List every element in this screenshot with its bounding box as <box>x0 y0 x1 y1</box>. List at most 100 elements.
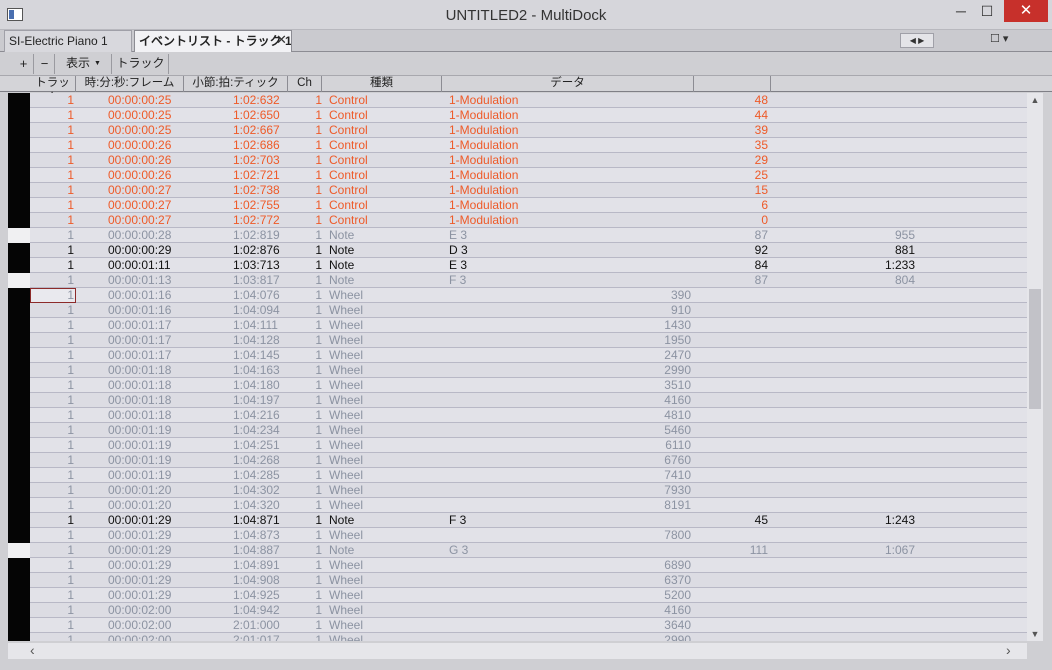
vertical-scrollbar[interactable]: ▲ ▼ <box>1027 93 1043 641</box>
maximize-button[interactable]: ☐ <box>974 0 1000 22</box>
cell-kind[interactable]: Wheel <box>329 573 429 588</box>
cell-ch[interactable]: 1 <box>308 513 322 528</box>
cell-time[interactable]: 00:00:01:18 <box>108 363 218 378</box>
cell-mbt[interactable]: 1:04:891 <box>233 558 293 573</box>
cell-value-1[interactable]: 5460 <box>568 423 691 438</box>
cell-value-1[interactable]: 2470 <box>568 348 691 363</box>
cell-time[interactable]: 00:00:01:13 <box>108 273 218 288</box>
cell-value-1[interactable]: 1950 <box>568 333 691 348</box>
cell-kind[interactable]: Control <box>329 213 429 228</box>
cell-mbt[interactable]: 1:04:268 <box>233 453 293 468</box>
cell-time[interactable]: 00:00:00:25 <box>108 93 218 108</box>
table-row[interactable]: 1 00:00:01:20 1:04:302 1 Wheel 7930 <box>8 483 1027 498</box>
cell-value-3[interactable] <box>788 393 915 408</box>
cell-mbt[interactable]: 1:04:094 <box>233 303 293 318</box>
cell-value-2[interactable] <box>688 438 768 453</box>
cell-mbt[interactable]: 1:02:632 <box>233 93 293 108</box>
cell-track[interactable]: 1 <box>30 513 76 528</box>
cell-value-1[interactable]: 3640 <box>568 618 691 633</box>
cell-track[interactable]: 1 <box>30 108 76 123</box>
cell-track[interactable]: 1 <box>30 168 76 183</box>
cell-ch[interactable]: 1 <box>308 318 322 333</box>
cell-mbt[interactable]: 1:04:942 <box>233 603 293 618</box>
cell-value-2[interactable] <box>688 423 768 438</box>
cell-value-3[interactable] <box>788 123 915 138</box>
header-extra[interactable] <box>694 76 771 92</box>
cell-value-1[interactable] <box>568 513 691 528</box>
cell-track[interactable]: 1 <box>30 408 76 423</box>
cell-value-2[interactable] <box>688 393 768 408</box>
cell-kind[interactable]: Control <box>329 183 429 198</box>
cell-track[interactable]: 1 <box>30 228 76 243</box>
cell-value-1[interactable] <box>568 123 691 138</box>
cell-ch[interactable]: 1 <box>308 528 322 543</box>
cell-track[interactable]: 1 <box>30 243 76 258</box>
cell-time[interactable]: 00:00:00:25 <box>108 108 218 123</box>
cell-track[interactable]: 1 <box>30 153 76 168</box>
cell-mbt[interactable]: 1:02:876 <box>233 243 293 258</box>
cell-ch[interactable]: 1 <box>308 378 322 393</box>
cell-value-1[interactable]: 7410 <box>568 468 691 483</box>
cell-time[interactable]: 00:00:00:27 <box>108 183 218 198</box>
table-row[interactable]: 1 00:00:01:19 1:04:285 1 Wheel 7410 <box>8 468 1027 483</box>
cell-value-1[interactable]: 8191 <box>568 498 691 513</box>
cell-value-2[interactable]: 48 <box>688 93 768 108</box>
cell-mbt[interactable]: 1:02:755 <box>233 198 293 213</box>
cell-mbt[interactable]: 1:02:772 <box>233 213 293 228</box>
cell-time[interactable]: 00:00:01:17 <box>108 333 218 348</box>
cell-value-2[interactable] <box>688 408 768 423</box>
cell-time[interactable]: 00:00:01:18 <box>108 408 218 423</box>
cell-value-2[interactable] <box>688 348 768 363</box>
cell-value-1[interactable]: 6760 <box>568 453 691 468</box>
cell-value-2[interactable] <box>688 603 768 618</box>
cell-value-3[interactable]: 1:233 <box>788 258 915 273</box>
cell-value-2[interactable] <box>688 528 768 543</box>
cell-value-3[interactable] <box>788 318 915 333</box>
table-row[interactable]: 1 00:00:02:00 2:01:017 1 Wheel 2990 <box>8 633 1027 641</box>
cell-value-1[interactable] <box>568 258 691 273</box>
cell-ch[interactable]: 1 <box>308 603 322 618</box>
cell-track[interactable]: 1 <box>30 363 76 378</box>
header-mbt[interactable]: 小節:拍:ティック <box>184 76 288 92</box>
tab-electric-piano[interactable]: SI-Electric Piano 1 <box>4 30 132 52</box>
cell-mbt[interactable]: 2:01:000 <box>233 618 293 633</box>
cell-kind[interactable]: Control <box>329 198 429 213</box>
table-row[interactable]: 1 00:00:01:29 1:04:887 1 Note G 3 111 1:067 <box>8 543 1027 558</box>
cell-time[interactable]: 00:00:01:16 <box>108 288 218 303</box>
cell-time[interactable]: 00:00:01:20 <box>108 483 218 498</box>
cell-value-2[interactable]: 84 <box>688 258 768 273</box>
cell-value-2[interactable]: 39 <box>688 123 768 138</box>
cell-value-3[interactable] <box>788 348 915 363</box>
header-ch[interactable]: Ch <box>288 76 322 92</box>
cell-kind[interactable]: Wheel <box>329 468 429 483</box>
scroll-right-icon[interactable]: › <box>1006 643 1011 658</box>
cell-track[interactable]: 1 <box>30 438 76 453</box>
cell-value-2[interactable] <box>688 378 768 393</box>
cell-mbt[interactable]: 1:04:163 <box>233 363 293 378</box>
table-row[interactable]: 1 00:00:01:18 1:04:216 1 Wheel 4810 <box>8 408 1027 423</box>
cell-kind[interactable]: Wheel <box>329 348 429 363</box>
cell-value-1[interactable] <box>568 153 691 168</box>
cell-ch[interactable]: 1 <box>308 108 322 123</box>
cell-ch[interactable]: 1 <box>308 483 322 498</box>
cell-value-3[interactable] <box>788 633 915 641</box>
cell-value-2[interactable]: 45 <box>688 513 768 528</box>
cell-time[interactable]: 00:00:01:20 <box>108 498 218 513</box>
cell-kind[interactable]: Control <box>329 123 429 138</box>
cell-value-3[interactable] <box>788 483 915 498</box>
cell-value-3[interactable] <box>788 453 915 468</box>
cell-mbt[interactable]: 1:02:667 <box>233 123 293 138</box>
cell-kind[interactable]: Wheel <box>329 603 429 618</box>
cell-mbt[interactable]: 1:04:908 <box>233 573 293 588</box>
cell-track[interactable]: 1 <box>30 273 76 288</box>
horizontal-scrollbar[interactable]: ‹ › <box>8 643 1027 659</box>
cell-track[interactable]: 1 <box>30 558 76 573</box>
cell-kind[interactable]: Wheel <box>329 333 429 348</box>
cell-ch[interactable]: 1 <box>308 213 322 228</box>
cell-value-2[interactable] <box>688 633 768 641</box>
cell-time[interactable]: 00:00:01:29 <box>108 558 218 573</box>
cell-value-1[interactable]: 1430 <box>568 318 691 333</box>
cell-value-1[interactable] <box>568 108 691 123</box>
cell-time[interactable]: 00:00:01:19 <box>108 453 218 468</box>
cell-time[interactable]: 00:00:01:19 <box>108 438 218 453</box>
